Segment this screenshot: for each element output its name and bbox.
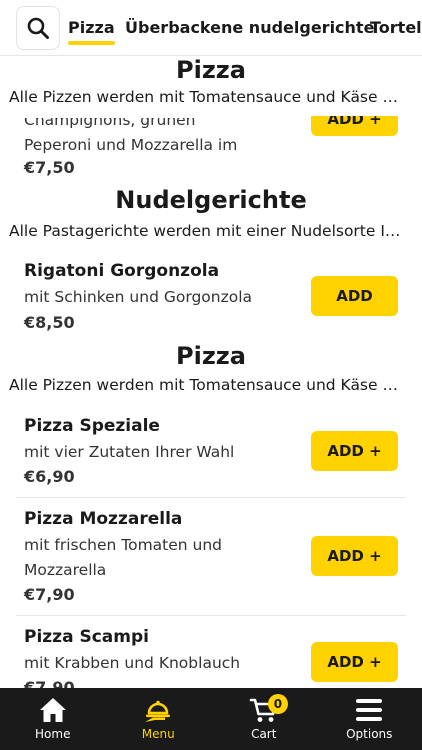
add-button[interactable]: ADD + (311, 536, 398, 576)
item-name: Rigatoni Gorgonzola (24, 261, 220, 281)
section-title: Pizza (176, 56, 246, 84)
item-price: €7,50 (24, 158, 75, 177)
nav-options[interactable]: Options (317, 688, 422, 750)
divider (16, 497, 406, 498)
home-icon (39, 698, 66, 722)
nav-home-label: Home (35, 727, 71, 741)
section-description[interactable]: Alle Pizzen werden mit Tomatensauce und … (9, 88, 409, 106)
search-icon (27, 17, 49, 39)
nav-menu[interactable]: Menu (106, 688, 212, 750)
section-description[interactable]: Alle Pizzen werden mit Tomatensauce und … (9, 376, 409, 394)
nav-home[interactable]: Home (0, 688, 106, 750)
item-price: €8,50 (24, 313, 75, 332)
menu-list[interactable]: Pizza Alle Pizzen werden mit Tomatensauc… (0, 56, 422, 688)
item-name: Pizza Speziale (24, 416, 160, 436)
item-description: mit vier Zutaten Ihrer Wahl (24, 443, 235, 461)
tab-pizza[interactable]: Pizza (68, 18, 115, 45)
cart-count-badge: 0 (267, 694, 288, 714)
tab-ueberbackene-nudelgerichte[interactable]: Überbackene nudelgerichte (125, 18, 374, 37)
item-price: €7,90 (24, 678, 75, 688)
add-button[interactable]: ADD + (311, 116, 398, 136)
section-title: Pizza (176, 342, 246, 370)
menu-dish-icon (145, 700, 171, 722)
section-title: Nudelgerichte (115, 186, 307, 214)
item-description: mit frischen Tomaten und Mozzarella (24, 536, 223, 579)
add-button[interactable]: ADD (311, 276, 398, 316)
nav-options-label: Options (346, 727, 393, 741)
divider (16, 615, 406, 616)
category-bar: Pizza Überbackene nudelgerichte Tortell (0, 0, 422, 56)
item-description: Champignons, grünen Peperoni und Mozzare… (24, 111, 238, 179)
nav-cart[interactable]: 0 Cart (211, 688, 317, 750)
item-price: €6,90 (24, 467, 75, 486)
section-description[interactable]: Alle Pastagerichte werden mit einer Nude… (9, 222, 409, 240)
nav-cart-label: Cart (251, 727, 277, 741)
nav-menu-label: Menu (141, 727, 175, 741)
tab-tortell[interactable]: Tortell (370, 18, 422, 37)
add-button[interactable]: ADD + (311, 642, 398, 682)
search-button[interactable] (16, 6, 60, 50)
item-name: Pizza Mozzarella (24, 509, 183, 529)
bottom-navigation: Home Menu 0 Cart Options (0, 688, 422, 750)
item-name: Pizza Scampi (24, 627, 149, 647)
add-button[interactable]: ADD + (311, 431, 398, 471)
item-description: mit Krabben und Knoblauch (24, 654, 241, 672)
hamburger-icon (356, 699, 383, 721)
item-price: €7,90 (24, 585, 75, 604)
item-description: mit Schinken und Gorgonzola (24, 288, 253, 306)
